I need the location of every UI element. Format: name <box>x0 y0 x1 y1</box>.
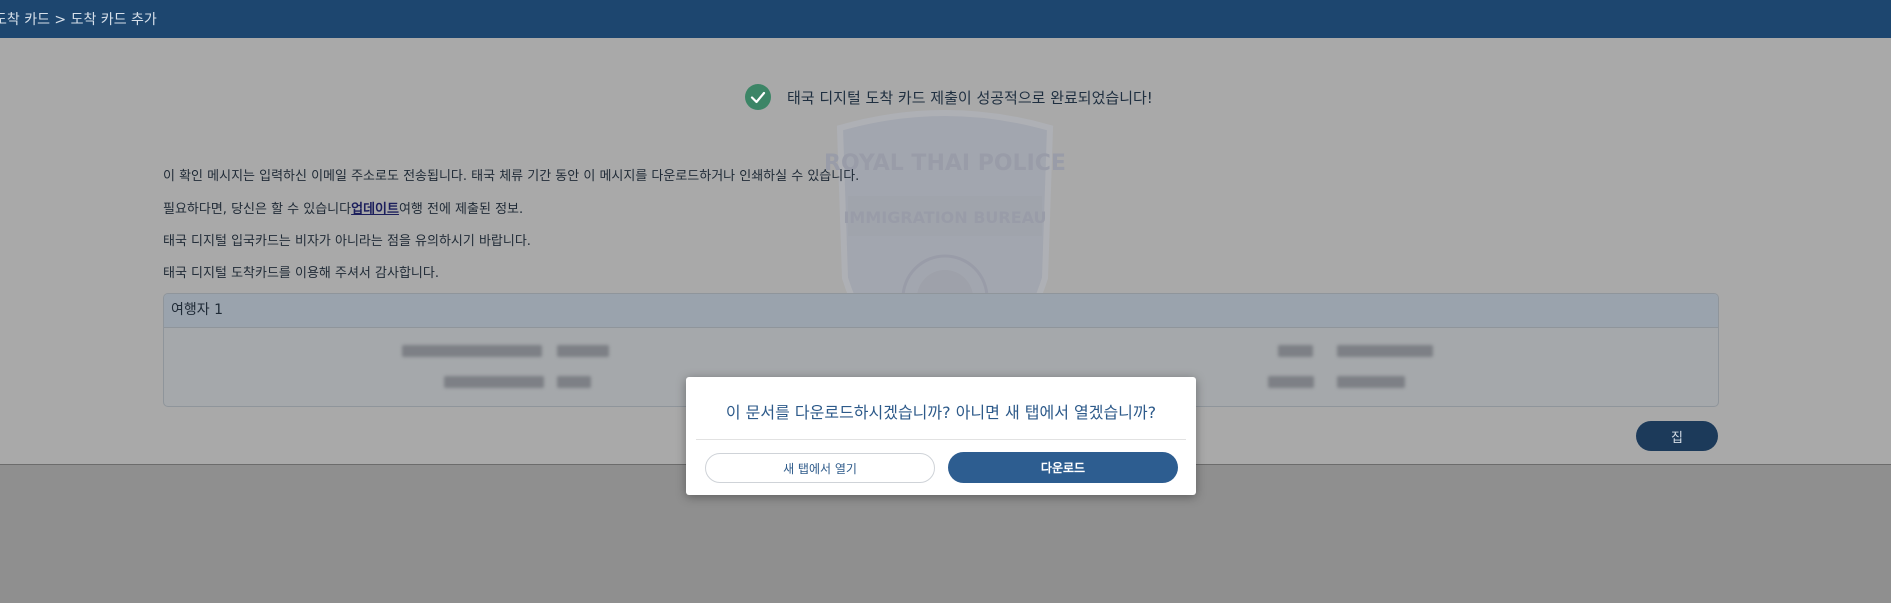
update-info-prefix: 필요하다면, 당신은 할 수 있습니다 <box>163 202 352 217</box>
success-banner: 태국 디지털 도착 카드 제출이 성공적으로 완료되었습니다! <box>745 83 1153 111</box>
update-info-suffix: 여행 전에 제출된 정보. <box>398 202 524 217</box>
check-circle-icon <box>745 84 771 110</box>
redacted-field-label <box>1268 376 1314 388</box>
success-message: 태국 디지털 도착 카드 제출이 성공적으로 완료되었습니다! <box>787 88 1153 107</box>
email-info-text: 이 확인 메시지는 입력하신 이메일 주소로도 전송됩니다. 태국 체류 기간 … <box>163 169 860 184</box>
dialog-title: 이 문서를 다운로드하시겠습니까? 아니면 새 탭에서 열겠습니까? <box>725 403 1157 422</box>
redacted-field-value <box>557 376 591 388</box>
update-link[interactable]: 업데이트 <box>351 202 399 217</box>
redacted-field-value <box>1337 345 1433 357</box>
home-button[interactable]: 집 <box>1636 421 1718 451</box>
download-dialog: 이 문서를 다운로드하시겠습니까? 아니면 새 탭에서 열겠습니까? 새 탭에서… <box>686 377 1196 495</box>
redacted-field-value <box>557 345 609 357</box>
breadcrumb[interactable]: 도착 카드 > 도착 카드 추가 <box>0 9 157 29</box>
thank-you-text: 태국 디지털 도착카드를 이용해 주셔서 감사합니다. <box>163 266 439 281</box>
dialog-divider <box>696 439 1186 440</box>
download-button[interactable]: 다운로드 <box>948 452 1178 483</box>
redacted-field-label <box>444 376 544 388</box>
watermark-band-text: IMMIGRATION BUREAU <box>843 208 1046 227</box>
visa-notice-text: 태국 디지털 입국카드는 비자가 아니라는 점을 유의하시기 바랍니다. <box>163 234 531 249</box>
redacted-field-label <box>1278 345 1313 357</box>
traveler-card-title: 여행자 1 <box>164 294 1718 328</box>
top-navigation-bar: 도착 카드 > 도착 카드 추가 <box>0 0 1891 38</box>
redacted-field-label <box>402 345 542 357</box>
redacted-field-value <box>1337 376 1405 388</box>
update-info-text: 필요하다면, 당신은 할 수 있습니다업데이트여행 전에 제출된 정보. <box>163 198 523 217</box>
watermark-top-text: ROYAL THAI POLICE <box>824 151 1066 176</box>
open-in-new-tab-button[interactable]: 새 탭에서 열기 <box>705 453 935 483</box>
